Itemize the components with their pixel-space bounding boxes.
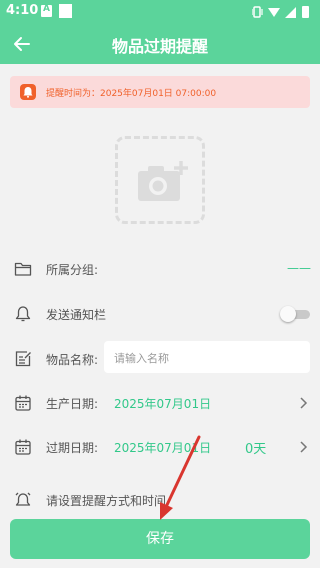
notification-a-icon xyxy=(41,4,52,17)
add-photo-button[interactable] xyxy=(115,136,205,224)
save-button[interactable]: 保存 xyxy=(10,519,310,559)
status-time: 4:10 xyxy=(6,3,39,18)
edit-icon xyxy=(15,351,31,367)
alarm-bell-icon xyxy=(15,492,31,506)
days-remaining: 0天 xyxy=(245,442,267,457)
name-label: 物品名称: xyxy=(46,353,99,367)
category-value: —— xyxy=(287,261,311,275)
chevron-right-icon xyxy=(300,397,308,409)
notify-row: 发送通知栏 xyxy=(0,294,320,334)
expiry-date-row[interactable]: 过期日期: 2025年07月01日 0天 xyxy=(0,427,320,467)
chevron-right-icon xyxy=(300,441,308,453)
bell-icon xyxy=(20,84,36,100)
app-bar: 物品过期提醒 xyxy=(0,24,320,64)
category-row[interactable]: 所属分组: —— xyxy=(0,249,320,289)
notify-label: 发送通知栏 xyxy=(46,308,107,322)
calendar-icon xyxy=(15,439,31,455)
reminder-alert-banner: 提醒时间为：2025年07月01日 07:00:00 xyxy=(10,76,310,108)
page-title: 物品过期提醒 xyxy=(111,37,208,56)
reminder-label: 请设置提醒方式和时间 xyxy=(46,494,167,508)
expiry-date-label: 过期日期: xyxy=(46,441,99,455)
notify-toggle[interactable] xyxy=(280,306,310,322)
production-date-row[interactable]: 生产日期: 2025年07月01日 xyxy=(0,383,320,423)
toggle-knob xyxy=(280,306,296,322)
expiry-date-value: 2025年07月01日 xyxy=(114,441,212,455)
production-date-value: 2025年07月01日 xyxy=(114,397,212,411)
add-photo-icon xyxy=(138,161,188,201)
folder-icon xyxy=(14,262,32,276)
notification-bell-icon xyxy=(15,306,31,322)
name-row: 物品名称: 请输入名称 xyxy=(0,339,320,379)
name-input[interactable]: 请输入名称 xyxy=(104,341,310,373)
status-bar: 4:10 xyxy=(0,0,320,24)
category-label: 所属分组: xyxy=(46,263,99,277)
reminder-row[interactable]: 请设置提醒方式和时间 xyxy=(0,480,320,520)
production-date-label: 生产日期: xyxy=(46,397,99,411)
alert-text: 提醒时间为：2025年07月01日 07:00:00 xyxy=(46,89,217,99)
calendar-icon xyxy=(15,395,31,411)
notification-square-icon xyxy=(59,4,72,18)
status-icons xyxy=(252,6,309,18)
